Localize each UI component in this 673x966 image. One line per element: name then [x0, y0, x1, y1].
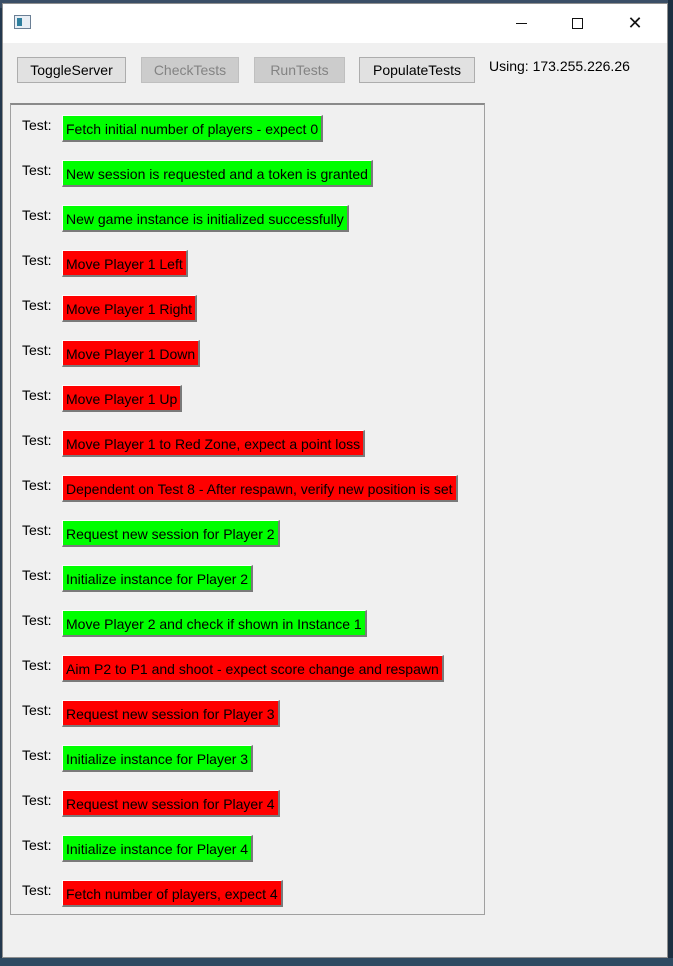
- test-label: Test:: [22, 882, 52, 898]
- populate-tests-button[interactable]: PopulateTests: [359, 57, 475, 83]
- title-bar[interactable]: ✕: [3, 4, 667, 43]
- test-label: Test:: [22, 792, 52, 808]
- test-name-fail: Move Player 1 Left: [62, 250, 188, 277]
- test-label: Test:: [22, 207, 52, 223]
- check-tests-button[interactable]: CheckTests: [141, 57, 239, 83]
- test-name-pass: Move Player 2 and check if shown in Inst…: [62, 610, 367, 637]
- test-name-fail: Fetch number of players, expect 4: [62, 880, 283, 907]
- test-name-pass: Initialize instance for Player 4: [62, 835, 254, 862]
- test-name-fail: Move Player 1 to Red Zone, expect a poin…: [62, 430, 366, 457]
- test-label: Test:: [22, 657, 52, 673]
- toggle-server-button[interactable]: ToggleServer: [17, 57, 126, 83]
- test-name-pass: New game instance is initialized success…: [62, 205, 349, 232]
- close-button[interactable]: ✕: [612, 4, 658, 43]
- test-name-pass: New session is requested and a token is …: [62, 160, 373, 187]
- test-name-pass: Request new session for Player 2: [62, 520, 280, 547]
- test-label: Test:: [22, 567, 52, 583]
- server-address-label: Using: 173.255.226.26: [489, 58, 630, 74]
- desktop-edge: [668, 0, 673, 966]
- app-icon[interactable]: [14, 15, 31, 29]
- test-label: Test:: [22, 117, 52, 133]
- minimize-button[interactable]: [498, 4, 544, 43]
- run-tests-button[interactable]: RunTests: [254, 57, 345, 83]
- test-name-fail: Request new session for Player 4: [62, 790, 280, 817]
- test-label: Test:: [22, 342, 52, 358]
- test-name-fail: Dependent on Test 8 - After respawn, ver…: [62, 475, 458, 502]
- test-name-fail: Aim P2 to P1 and shoot - expect score ch…: [62, 655, 444, 682]
- test-name-fail: Request new session for Player 3: [62, 700, 280, 727]
- test-label: Test:: [22, 162, 52, 178]
- test-label: Test:: [22, 432, 52, 448]
- test-name-fail: Move Player 1 Right: [62, 295, 198, 322]
- test-label: Test:: [22, 522, 52, 538]
- test-name-fail: Move Player 1 Up: [62, 385, 183, 412]
- test-label: Test:: [22, 747, 52, 763]
- test-label: Test:: [22, 252, 52, 268]
- test-name-pass: Initialize instance for Player 2: [62, 565, 254, 592]
- maximize-button[interactable]: [554, 4, 600, 43]
- minimize-icon: [515, 23, 527, 24]
- close-icon: ✕: [627, 13, 643, 34]
- test-name-pass: Initialize instance for Player 3: [62, 745, 254, 772]
- test-name-fail: Move Player 1 Down: [62, 340, 201, 367]
- test-label: Test:: [22, 477, 52, 493]
- maximize-icon: [571, 18, 583, 29]
- test-label: Test:: [22, 387, 52, 403]
- app-window: ✕ ToggleServer CheckTests RunTests Popul…: [2, 3, 668, 958]
- test-name-pass: Fetch initial number of players - expect…: [62, 115, 324, 142]
- test-label: Test:: [22, 612, 52, 628]
- test-list-panel: Test: Fetch initial number of players - e…: [10, 103, 485, 915]
- taskbar-edge: [0, 958, 673, 966]
- test-label: Test:: [22, 297, 52, 313]
- test-label: Test:: [22, 837, 52, 853]
- test-label: Test:: [22, 702, 52, 718]
